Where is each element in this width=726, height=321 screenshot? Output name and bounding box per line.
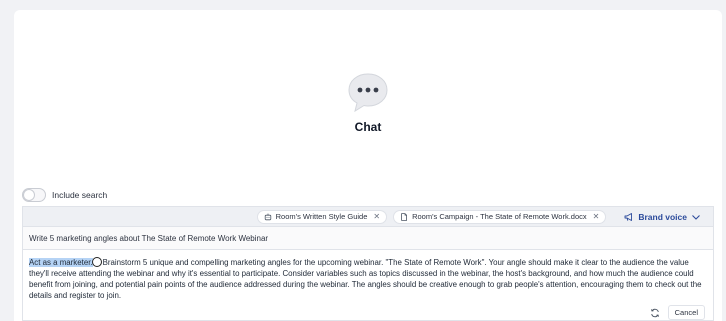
context-chip-label: Room's Campaign - The State of Remote Wo… <box>412 212 587 221</box>
megaphone-icon <box>624 212 633 221</box>
include-search-toggle[interactable] <box>22 188 46 202</box>
selected-text: Act as a marketer. <box>29 258 93 267</box>
document-icon <box>401 212 408 221</box>
result-actions: Cancel <box>650 305 705 320</box>
chevron-down-icon <box>692 214 700 220</box>
chat-title: Chat <box>354 120 382 134</box>
generated-prompt-text: Act as a marketer. Brainstorm 5 unique an… <box>29 257 706 301</box>
include-search-row: Include search <box>22 188 107 202</box>
chat-panel: Chat Include search Room's Written Style… <box>14 10 722 321</box>
include-search-label: Include search <box>52 190 108 200</box>
generated-prompt-body: Brainstorm 5 unique and compelling marke… <box>29 258 702 300</box>
text-cursor-icon <box>91 257 102 267</box>
refresh-icon[interactable] <box>650 308 660 318</box>
brand-voice-dropdown[interactable]: Brand voice <box>624 212 701 222</box>
context-chip-style-guide[interactable]: Room's Written Style Guide ✕ <box>256 209 388 224</box>
context-chip-label: Room's Written Style Guide <box>275 212 368 221</box>
chat-header: Chat <box>14 70 722 134</box>
robot-icon <box>264 213 271 220</box>
prompt-input[interactable]: Write 5 marketing angles about The State… <box>22 226 714 250</box>
generated-prompt-editor[interactable]: Act as a marketer. Brainstorm 5 unique an… <box>22 250 714 321</box>
close-icon[interactable]: ✕ <box>593 212 600 221</box>
context-chip-campaign-doc[interactable]: Room's Campaign - The State of Remote Wo… <box>393 209 607 224</box>
chat-bubble-icon <box>348 73 388 113</box>
brand-voice-label: Brand voice <box>638 211 687 222</box>
close-icon[interactable]: ✕ <box>373 212 380 221</box>
context-bar: Room's Written Style Guide ✕ Room's Camp… <box>22 206 714 226</box>
cancel-button[interactable]: Cancel <box>667 305 705 320</box>
